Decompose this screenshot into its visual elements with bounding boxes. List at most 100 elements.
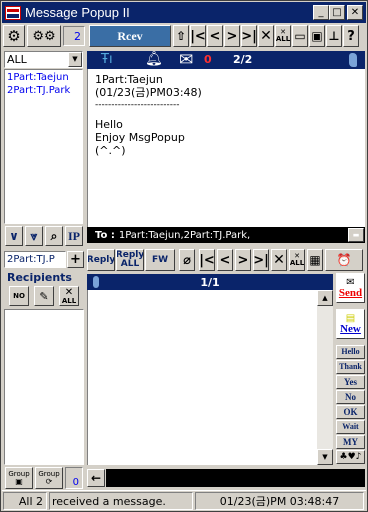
send-button[interactable]: ✉ Send: [336, 273, 365, 303]
chevron-down-icon[interactable]: ▼: [68, 52, 82, 67]
recv-button[interactable]: Rcev: [89, 25, 171, 47]
group-save-button[interactable]: Group ▣: [5, 467, 33, 489]
next-icon[interactable]: >: [224, 25, 240, 47]
filter-value: ALL: [7, 53, 27, 66]
ip-button[interactable]: IP: [65, 226, 83, 246]
close-button[interactable]: ✕: [347, 5, 363, 20]
compose-scrollbar[interactable]: ▲ ▼: [317, 290, 333, 465]
quick-reply-button[interactable]: Thank: [336, 360, 365, 374]
delete-all-icon[interactable]: ✕ ALL: [289, 249, 305, 271]
top-toolbar: ⚙ ⚙⚙ 2 Rcev ⇧ |< < > >| ✕ ✕ ALL ▭ ▣ ⊥ ?: [3, 25, 365, 48]
user-list[interactable]: 1Part:Taejun 2Part:TJ.Park: [4, 69, 83, 224]
send-label: Send: [338, 286, 363, 299]
recipients-title: Recipients: [7, 270, 72, 284]
search-icon[interactable]: ⌕: [45, 226, 63, 246]
user-list-item[interactable]: 1Part:Taejun: [5, 71, 82, 84]
remove-all-button[interactable]: ✕ ALL: [59, 286, 79, 306]
no-button[interactable]: NO: [9, 286, 29, 306]
mail-count: 0: [204, 53, 212, 66]
remove-all-label: ALL: [61, 296, 77, 305]
to-label: To :: [95, 229, 115, 241]
quick-reply-button[interactable]: Wait: [336, 420, 365, 434]
first-icon[interactable]: |<: [190, 25, 206, 47]
recipients-list[interactable]: [4, 309, 84, 465]
prev-icon[interactable]: <: [217, 249, 233, 271]
quick-reply-button[interactable]: OK: [336, 405, 365, 419]
compose-header: 1/1: [87, 274, 333, 290]
next-icon[interactable]: >: [235, 249, 251, 271]
no-label: NO: [13, 291, 25, 300]
reply-label: Reply: [87, 254, 115, 265]
prev-icon[interactable]: <: [207, 25, 223, 47]
new-button[interactable]: ▤ New: [336, 309, 365, 339]
quick-reply-button[interactable]: No: [336, 390, 365, 404]
first-icon[interactable]: |<: [199, 249, 215, 271]
reply-button[interactable]: Reply: [87, 249, 115, 271]
help-icon[interactable]: ?: [343, 25, 359, 47]
korea-map-icon: [349, 53, 357, 67]
back-arrow-button[interactable]: ←: [87, 469, 105, 487]
compose-textarea[interactable]: [87, 290, 317, 465]
settings-gear-icon[interactable]: ⚙: [3, 25, 25, 47]
app-window: Message Popup II _ □ ✕ ⚙ ⚙⚙ 2 Rcev ⇧ |< …: [0, 0, 368, 512]
send-envelope-icon: ✉: [346, 276, 355, 288]
message-header: Ŧı 🔔︎ ✉ 0 2/2: [87, 50, 365, 70]
message-line: Enjoy MsgPopup: [95, 131, 185, 144]
compose-page: 1/1: [200, 275, 220, 289]
new-note-icon: ▤: [345, 312, 356, 324]
group-counter-value: 0: [72, 477, 79, 488]
bell-icon: 🔔︎: [145, 51, 163, 67]
to-scroll-button[interactable]: ▬: [348, 228, 364, 242]
grid-icon[interactable]: ▦: [307, 249, 323, 271]
message-line: (01/23(금)PM03:48): [95, 86, 202, 99]
options-icon[interactable]: ⚙⚙: [27, 25, 61, 47]
quick-reply-button[interactable]: Hello: [336, 345, 365, 359]
reply-all-button[interactable]: Reply ALL: [116, 249, 144, 271]
user-list-item[interactable]: 2Part:TJ.Park: [5, 84, 82, 97]
message-page: 2/2: [233, 53, 253, 66]
mail-icon: ✉: [179, 50, 194, 70]
last-icon[interactable]: >|: [253, 249, 269, 271]
unread-counter: 2: [63, 26, 85, 46]
scroll-down-icon[interactable]: ▼: [317, 449, 333, 465]
forward-button[interactable]: FW: [145, 249, 175, 271]
expand-all-icon[interactable]: ⩔: [25, 226, 43, 246]
group-load-button[interactable]: Group ⟳: [35, 467, 63, 489]
message-line: (^.^): [95, 144, 126, 157]
alarm-icon[interactable]: ⏰: [325, 249, 363, 271]
status-bar: All 2 received a message. 01/23(금)PM 03:…: [2, 490, 366, 511]
status-text: received a message.: [49, 492, 193, 510]
status-count: All 2: [3, 492, 47, 510]
recipient-input[interactable]: 2Part:TJ.P: [4, 251, 66, 268]
antenna-icon: Ŧı: [101, 52, 113, 67]
delete-all-icon[interactable]: ✕ ALL: [275, 25, 291, 47]
last-icon[interactable]: >|: [241, 25, 257, 47]
status-time: 01/23(금)PM 03:48:47: [195, 492, 364, 510]
scroll-up-icon[interactable]: ▲: [317, 290, 333, 306]
filter-select[interactable]: ALL ▼: [4, 51, 83, 68]
quick-reply-button[interactable]: MY: [336, 435, 365, 449]
save-icon[interactable]: ▣: [309, 25, 325, 47]
maximize-button[interactable]: □: [329, 5, 345, 20]
delete-icon[interactable]: ✕: [271, 249, 287, 271]
attach-icon[interactable]: ⌀: [179, 249, 195, 271]
quick-replies: Hello Thank Yes No OK Wait MY ♣♥♪: [336, 345, 365, 464]
recv-label: Rcev: [117, 29, 143, 43]
emoticon-button[interactable]: ♣♥♪: [336, 450, 365, 464]
app-icon: [5, 5, 21, 20]
input-line[interactable]: [106, 469, 365, 487]
quick-reply-button[interactable]: Yes: [336, 375, 365, 389]
window-icon[interactable]: ▭: [292, 25, 308, 47]
tools-icon[interactable]: ✎: [34, 286, 54, 306]
delete-all-label: ALL: [289, 259, 305, 267]
new-label: New: [340, 322, 361, 335]
window-title: Message Popup II: [25, 5, 130, 20]
message-line: 1Part:Taejun: [95, 73, 163, 86]
add-recipient-button[interactable]: +: [67, 251, 84, 268]
pin-icon[interactable]: ⇧: [173, 25, 189, 47]
reply-all-label-2: ALL: [120, 259, 140, 269]
pushpin-icon[interactable]: ⊥: [326, 25, 342, 47]
minimize-button[interactable]: _: [313, 5, 329, 20]
delete-icon[interactable]: ✕: [258, 25, 274, 47]
collapse-icon[interactable]: ∨: [5, 226, 23, 246]
